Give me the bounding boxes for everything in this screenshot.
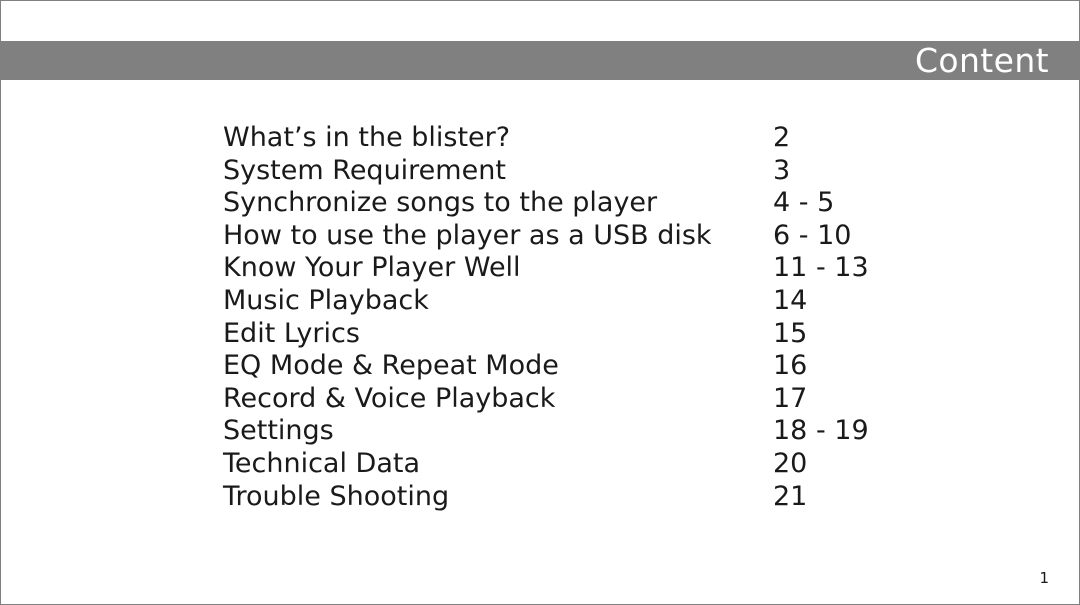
- toc-entry-label: Record & Voice Playback: [223, 382, 556, 414]
- toc-entry-label: Trouble Shooting: [223, 480, 450, 512]
- toc-entry-page: 18 - 19: [773, 415, 869, 447]
- toc-entry-page: 14: [773, 284, 808, 316]
- toc-entry-page: 6 - 10: [773, 219, 852, 251]
- toc-row[interactable]: Technical Data 20: [223, 448, 1023, 481]
- header-bar: Content: [1, 41, 1079, 80]
- toc-row[interactable]: How to use the player as a USB disk 6 - …: [223, 220, 1023, 253]
- page-title: Content: [914, 41, 1049, 80]
- toc-entry-label: Know Your Player Well: [223, 252, 521, 284]
- toc-row[interactable]: Trouble Shooting 21: [223, 481, 1023, 514]
- slide-page-number: 1: [1039, 569, 1049, 587]
- toc-entry-page: 4 - 5: [773, 187, 835, 219]
- toc-row[interactable]: What’s in the blister? 2: [223, 122, 1023, 155]
- toc-row[interactable]: Record & Voice Playback 17: [223, 383, 1023, 416]
- toc-entry-label: Settings: [223, 415, 334, 447]
- toc-row[interactable]: System Requirement 3: [223, 155, 1023, 188]
- toc-entry-label: What’s in the blister?: [223, 122, 511, 153]
- toc-entry-page: 21: [773, 480, 808, 512]
- toc-entry-page: 3: [773, 154, 791, 186]
- toc-row[interactable]: Know Your Player Well 11 - 13: [223, 252, 1023, 285]
- slide-page: Content What’s in the blister? 2 System …: [0, 0, 1080, 605]
- toc-entry-page: 20: [773, 447, 808, 479]
- toc-entry-label: Technical Data: [223, 447, 421, 479]
- toc-entry-label: System Requirement: [223, 154, 506, 186]
- toc-entry-label: Synchronize songs to the player: [223, 187, 658, 219]
- toc-row[interactable]: Edit Lyrics 15: [223, 318, 1023, 351]
- toc-entry-label: How to use the player as a USB disk: [223, 219, 712, 251]
- toc-entry-label: Edit Lyrics: [223, 317, 360, 349]
- toc-entry-page: 15: [773, 317, 808, 349]
- toc-entry-page: 16: [773, 350, 808, 382]
- toc-row[interactable]: Settings 18 - 19: [223, 415, 1023, 448]
- toc-row[interactable]: EQ Mode & Repeat Mode 16: [223, 350, 1023, 383]
- toc-row[interactable]: Synchronize songs to the player 4 - 5: [223, 187, 1023, 220]
- toc-row[interactable]: Music Playback 14: [223, 285, 1023, 318]
- table-of-contents: What’s in the blister? 2 System Requirem…: [223, 122, 1023, 513]
- toc-entry-page: 2: [773, 122, 791, 153]
- toc-entry-page: 11 - 13: [773, 252, 869, 284]
- toc-entry-label: Music Playback: [223, 284, 429, 316]
- toc-entry-page: 17: [773, 382, 808, 414]
- toc-entry-label: EQ Mode & Repeat Mode: [223, 350, 559, 382]
